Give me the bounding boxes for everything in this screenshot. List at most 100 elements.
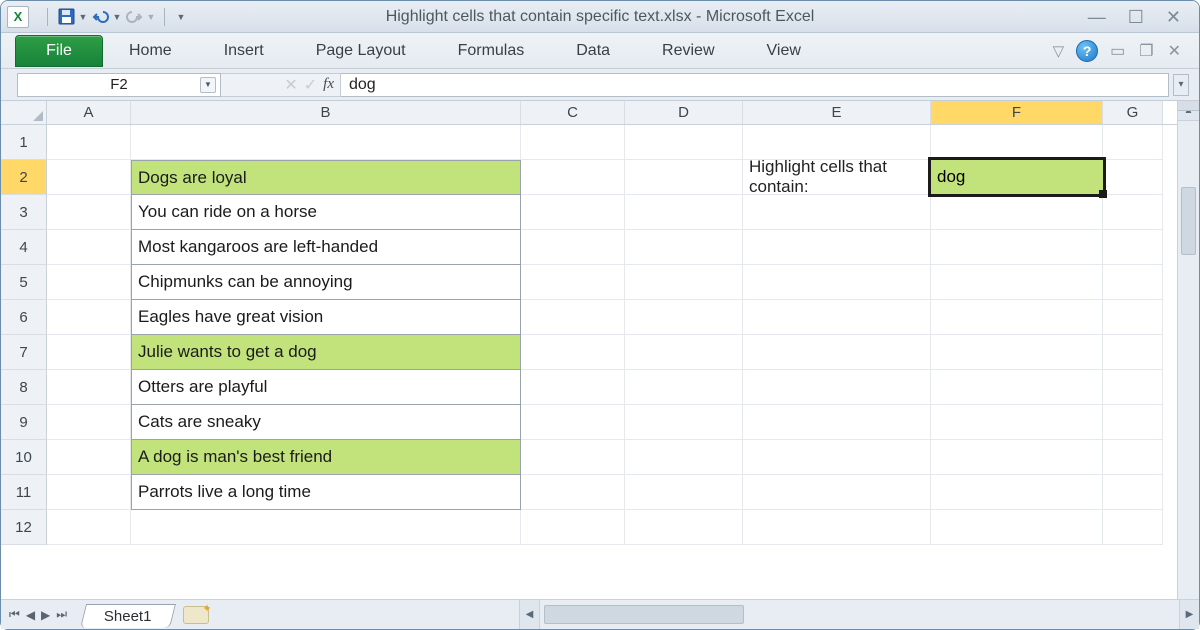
cell[interactable]: Eagles have great vision	[131, 300, 521, 335]
cell[interactable]	[521, 475, 625, 510]
cell[interactable]	[625, 160, 743, 195]
cell[interactable]	[1103, 510, 1163, 545]
maximize-icon[interactable]: ☐	[1128, 8, 1144, 26]
col-header-d[interactable]: D	[625, 101, 743, 124]
cell[interactable]	[47, 125, 131, 160]
cancel-formula-icon[interactable]: ✕	[284, 75, 297, 95]
scroll-left-icon[interactable]: ◀	[520, 600, 540, 629]
redo-icon[interactable]	[124, 7, 144, 27]
cell[interactable]	[625, 405, 743, 440]
vertical-scrollbar[interactable]: ▲	[1177, 101, 1199, 599]
cell[interactable]	[1103, 370, 1163, 405]
col-header-g[interactable]: G	[1103, 101, 1163, 124]
file-tab[interactable]: File	[15, 35, 103, 67]
col-header-a[interactable]: A	[47, 101, 131, 124]
excel-app-icon[interactable]: X	[7, 6, 29, 28]
scroll-right-icon[interactable]: ▶	[1179, 600, 1199, 629]
cell[interactable]	[743, 510, 931, 545]
close-icon[interactable]: ✕	[1166, 8, 1181, 26]
horizontal-scrollbar[interactable]: ◀ ▶	[519, 600, 1199, 629]
cell[interactable]: You can ride on a horse	[131, 195, 521, 230]
select-all-button[interactable]	[1, 101, 47, 124]
cell[interactable]	[743, 440, 931, 475]
cell[interactable]	[931, 125, 1103, 160]
sheet-tab-sheet1[interactable]: Sheet1	[80, 604, 176, 628]
cell[interactable]	[625, 230, 743, 265]
cell[interactable]: Chipmunks can be annoying	[131, 265, 521, 300]
cell[interactable]	[625, 335, 743, 370]
cell[interactable]	[1103, 440, 1163, 475]
row-header[interactable]: 7	[1, 335, 47, 370]
fx-icon[interactable]: fx	[323, 76, 334, 93]
help-icon[interactable]: ?	[1076, 40, 1098, 62]
row-header[interactable]: 2	[1, 160, 47, 195]
cell[interactable]	[1103, 160, 1163, 195]
cell[interactable]	[521, 440, 625, 475]
ribbon-minimize-chevron-icon[interactable]: ▽	[1053, 42, 1065, 60]
cell[interactable]	[931, 475, 1103, 510]
row-header[interactable]: 11	[1, 475, 47, 510]
cell[interactable]	[743, 335, 931, 370]
row-header[interactable]: 12	[1, 510, 47, 545]
sheet-nav-prev-icon[interactable]: ◀	[26, 608, 35, 622]
v-split-handle[interactable]	[1178, 101, 1199, 111]
workbook-close-icon[interactable]: ✕	[1168, 41, 1181, 61]
cell[interactable]	[521, 370, 625, 405]
cell[interactable]	[625, 370, 743, 405]
row-header[interactable]: 10	[1, 440, 47, 475]
cell[interactable]	[47, 475, 131, 510]
cell[interactable]	[47, 195, 131, 230]
h-scroll-track[interactable]	[540, 600, 1179, 629]
cell[interactable]: Otters are playful	[131, 370, 521, 405]
cell[interactable]	[1103, 405, 1163, 440]
cell[interactable]	[625, 195, 743, 230]
cell[interactable]	[931, 440, 1103, 475]
cell[interactable]	[625, 440, 743, 475]
cell[interactable]	[625, 475, 743, 510]
cell[interactable]	[47, 265, 131, 300]
worksheet-grid[interactable]: A B C D E F G 1 2 Dogs are loyal Highlig…	[1, 101, 1199, 599]
col-header-e[interactable]: E	[743, 101, 931, 124]
cell[interactable]	[1103, 195, 1163, 230]
cell[interactable]	[743, 230, 931, 265]
cell[interactable]	[931, 405, 1103, 440]
tab-insert[interactable]: Insert	[198, 33, 290, 68]
cell[interactable]	[931, 230, 1103, 265]
cell[interactable]: Most kangaroos are left-handed	[131, 230, 521, 265]
cell[interactable]	[47, 335, 131, 370]
highlight-label[interactable]: Highlight cells that contain:	[743, 160, 931, 195]
cell[interactable]	[1103, 230, 1163, 265]
tab-page-layout[interactable]: Page Layout	[290, 33, 432, 68]
cell[interactable]	[521, 125, 625, 160]
active-cell[interactable]: dog	[931, 160, 1103, 194]
tab-home[interactable]: Home	[103, 33, 198, 68]
cell[interactable]	[47, 440, 131, 475]
v-scroll-thumb[interactable]	[1181, 187, 1196, 255]
minimize-icon[interactable]: —	[1088, 8, 1106, 26]
cell[interactable]	[743, 265, 931, 300]
cell[interactable]	[931, 195, 1103, 230]
cell[interactable]: Julie wants to get a dog	[131, 335, 521, 370]
col-header-b[interactable]: B	[131, 101, 521, 124]
undo-dropdown-icon[interactable]: ▼	[112, 7, 122, 27]
enter-formula-icon[interactable]: ✓	[304, 75, 317, 95]
cell[interactable]	[743, 475, 931, 510]
cell[interactable]	[625, 300, 743, 335]
cell[interactable]: A dog is man's best friend	[131, 440, 521, 475]
row-header[interactable]: 3	[1, 195, 47, 230]
cell[interactable]	[931, 300, 1103, 335]
cell[interactable]: Cats are sneaky	[131, 405, 521, 440]
cell[interactable]	[47, 510, 131, 545]
formula-bar-input[interactable]: dog	[341, 73, 1169, 97]
redo-dropdown-icon[interactable]: ▼	[146, 7, 156, 27]
cell[interactable]	[131, 510, 521, 545]
save-icon[interactable]	[56, 7, 76, 27]
sheet-nav-next-icon[interactable]: ▶	[41, 608, 50, 622]
tab-review[interactable]: Review	[636, 33, 740, 68]
cell[interactable]	[521, 160, 625, 195]
cell[interactable]	[743, 370, 931, 405]
workbook-restore-icon[interactable]: ❐	[1139, 41, 1153, 61]
cell[interactable]	[1103, 265, 1163, 300]
row-header[interactable]: 6	[1, 300, 47, 335]
cell[interactable]	[743, 405, 931, 440]
